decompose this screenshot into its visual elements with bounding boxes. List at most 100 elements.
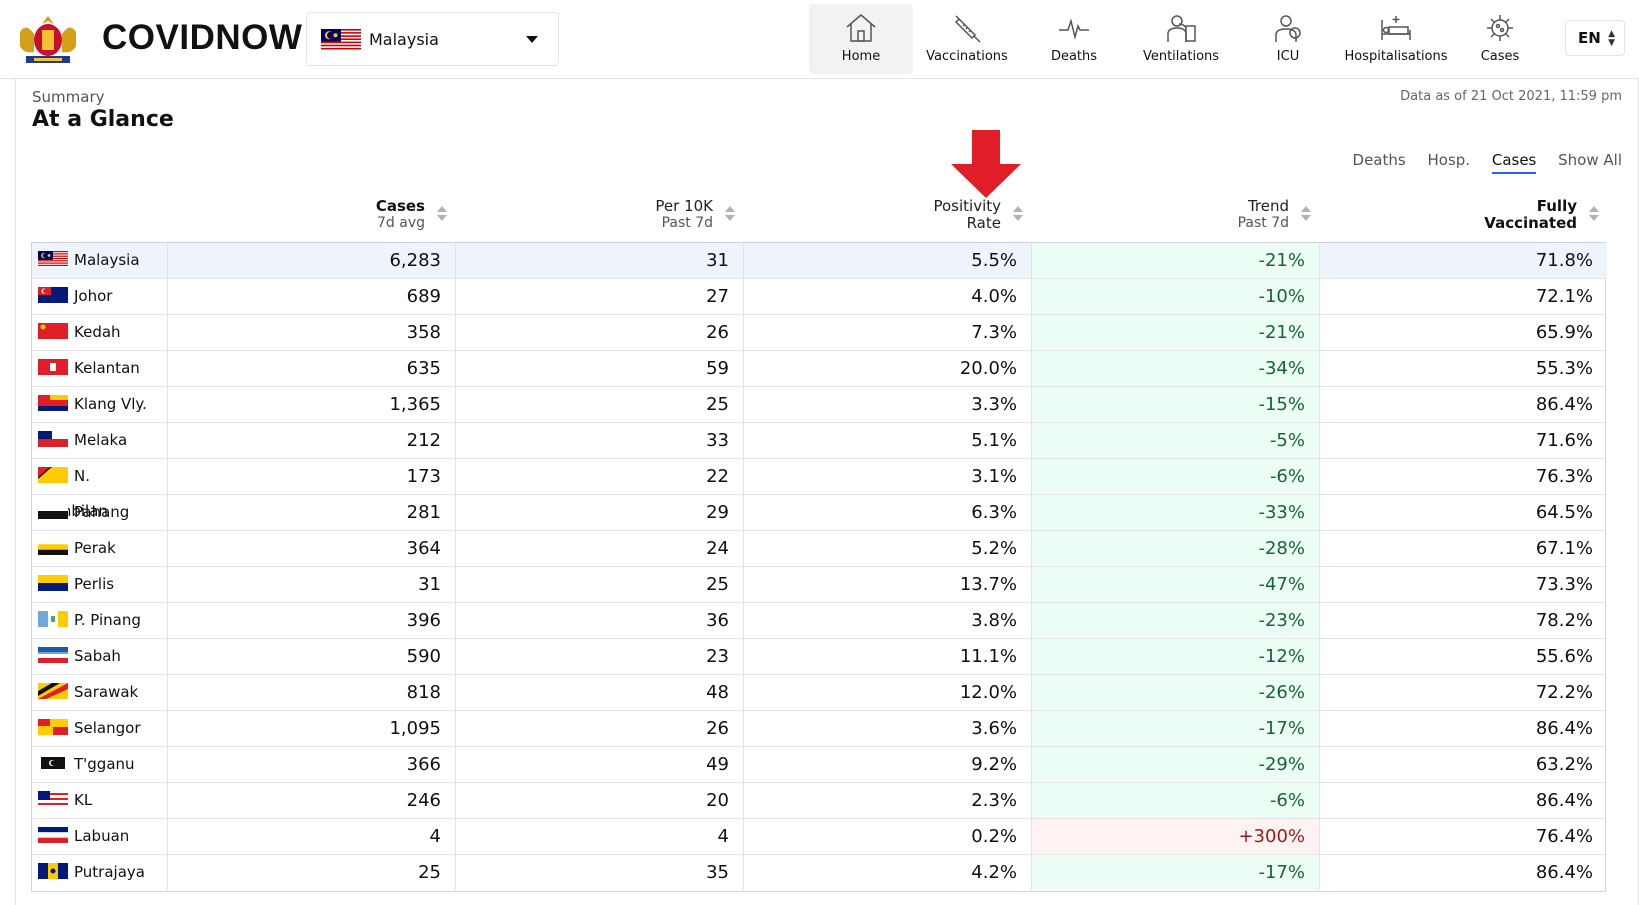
table-row[interactable]: Malaysia 6,283 31 5.5% -21% 71.8% <box>32 243 1607 279</box>
state-name-cell: P. Pinang <box>32 603 168 638</box>
trend-cell: -17% <box>1032 711 1320 746</box>
language-select[interactable]: EN ▲ ▼ <box>1565 20 1625 56</box>
state-name-cell: Kelantan <box>32 351 168 386</box>
cases-cell: 590 <box>168 639 456 674</box>
malaysia-crest-logo[interactable] <box>12 12 84 67</box>
state-flag-icon <box>38 286 68 303</box>
state-flag-icon <box>38 430 68 447</box>
state-flag-icon <box>38 862 68 879</box>
trend-cell: -17% <box>1032 855 1320 890</box>
home-icon <box>846 14 876 42</box>
state-flag-icon <box>38 718 68 735</box>
trend-cell: -47% <box>1032 567 1320 602</box>
state-name-cell: Sarawak <box>32 675 168 710</box>
column-header-vaccinated[interactable]: Fully Vaccinated <box>1319 198 1607 232</box>
nav-deaths[interactable]: Deaths <box>1021 4 1127 74</box>
table-row[interactable]: P. Pinang 396 36 3.8% -23% 78.2% <box>32 603 1605 639</box>
table-row[interactable]: N. Sembilan 173 22 3.1% -6% 76.3% <box>32 459 1605 520</box>
state-name-cell: Melaka <box>32 423 168 458</box>
state-flag-icon <box>38 646 68 663</box>
table-row[interactable]: Selangor 1,095 26 3.6% -17% 86.4% <box>32 711 1605 747</box>
column-header-cases[interactable]: Cases 7d avg <box>167 198 455 232</box>
trend-cell: -26% <box>1032 675 1320 710</box>
table-row[interactable]: Labuan 4 4 0.2% +300% 76.4% <box>32 819 1605 855</box>
brand-logo-text[interactable]: COVIDNOW <box>102 18 302 58</box>
column-header-per10k[interactable]: Per 10K Past 7d <box>455 198 743 232</box>
positivity-cell: 7.3% <box>744 315 1032 350</box>
cases-cell: 246 <box>168 783 456 818</box>
state-flag-icon <box>38 682 68 699</box>
vaccinated-cell: 86.4% <box>1535 862 1593 883</box>
sort-icon <box>1013 206 1023 224</box>
cases-cell: 366 <box>168 747 456 782</box>
table-row[interactable]: Pahang 281 29 6.3% -33% 64.5% <box>32 495 1605 531</box>
positivity-cell: 5.2% <box>744 531 1032 566</box>
positivity-cell: 0.2% <box>744 819 1032 854</box>
table-row[interactable]: Putrajaya 25 35 4.2% -17% 86.4% <box>32 855 1605 891</box>
per10k-cell: 20 <box>456 783 744 818</box>
vaccinated-cell: 71.8% <box>1320 243 1607 278</box>
table-row[interactable]: Perak 364 24 5.2% -28% 67.1% <box>32 531 1605 567</box>
ventilator-icon <box>1167 15 1196 42</box>
table-row[interactable]: Perlis 31 25 13.7% -47% 73.3% <box>32 567 1605 603</box>
nav-ventilations[interactable]: Ventilations <box>1127 4 1235 74</box>
nav-cases[interactable]: Cases <box>1451 4 1549 74</box>
table-row[interactable]: Kelantan 635 59 20.0% -34% 55.3% <box>32 351 1605 387</box>
state-name-cell: Sabah <box>32 639 168 674</box>
country-dropdown[interactable]: Malaysia <box>306 12 559 66</box>
vaccinated-cell: 78.2% <box>1535 610 1593 631</box>
country-dropdown-value: Malaysia <box>369 30 439 49</box>
cases-cell: 635 <box>168 351 456 386</box>
state-name-cell: Pahang <box>32 495 168 530</box>
nav-vaccinations[interactable]: Vaccinations <box>913 4 1021 74</box>
nav-hospitalisations[interactable]: Hospitalisations <box>1341 4 1451 74</box>
table-row[interactable]: T'gganu 366 49 9.2% -29% 63.2% <box>32 747 1605 783</box>
per10k-cell: 36 <box>456 603 744 638</box>
column-header-positivity[interactable]: Positivity Rate <box>743 198 1031 232</box>
table-row[interactable]: Sabah 590 23 11.1% -12% 55.6% <box>32 639 1605 675</box>
per10k-cell: 26 <box>456 711 744 746</box>
state-name-cell: Kedah <box>32 315 168 350</box>
cases-cell: 396 <box>168 603 456 638</box>
cases-cell: 173 <box>168 459 456 494</box>
cases-cell: 6,283 <box>168 243 456 278</box>
chevron-down-icon <box>526 36 538 43</box>
vaccinated-cell: 86.4% <box>1535 394 1593 415</box>
state-flag-icon <box>38 790 68 807</box>
tab-deaths[interactable]: Deaths <box>1353 151 1406 172</box>
tab-hosp[interactable]: Hosp. <box>1428 151 1471 172</box>
per10k-cell: 24 <box>456 531 744 566</box>
positivity-cell: 13.7% <box>744 567 1032 602</box>
vaccinated-cell: 55.6% <box>1535 646 1593 667</box>
cases-cell: 281 <box>168 495 456 530</box>
table-row[interactable]: Sarawak 818 48 12.0% -26% 72.2% <box>32 675 1605 711</box>
positivity-cell: 9.2% <box>744 747 1032 782</box>
per10k-cell: 4 <box>456 819 744 854</box>
trend-cell: +300% <box>1032 819 1320 854</box>
column-header-trend[interactable]: Trend Past 7d <box>1031 198 1319 232</box>
table-row[interactable]: KL 246 20 2.3% -6% 86.4% <box>32 783 1605 819</box>
vaccinated-cell: 55.3% <box>1535 358 1593 379</box>
per10k-cell: 23 <box>456 639 744 674</box>
tab-cases[interactable]: Cases <box>1491 151 1537 174</box>
table-row[interactable]: Klang Vly. 1,365 25 3.3% -15% 86.4% <box>32 387 1605 423</box>
nav-icu[interactable]: ICU <box>1235 4 1341 74</box>
trend-cell: -6% <box>1032 459 1320 494</box>
tab-show-all[interactable]: Show All <box>1558 151 1622 172</box>
cases-cell: 689 <box>168 279 456 314</box>
table-row[interactable]: Melaka 212 33 5.1% -5% 71.6% <box>32 423 1605 459</box>
table-row[interactable]: Kedah 358 26 7.3% -21% 65.9% <box>32 315 1605 351</box>
state-flag-icon <box>38 538 68 555</box>
per10k-cell: 27 <box>456 279 744 314</box>
table-row[interactable]: Johor 689 27 4.0% -10% 72.1% <box>32 279 1605 315</box>
positivity-cell: 4.0% <box>744 279 1032 314</box>
vaccinated-cell: 63.2% <box>1535 754 1593 775</box>
nav-home[interactable]: Home <box>809 4 913 74</box>
per10k-cell: 49 <box>456 747 744 782</box>
trend-cell: -28% <box>1032 531 1320 566</box>
state-name-cell: Johor <box>32 279 168 314</box>
state-flag-icon <box>38 322 68 339</box>
state-name-cell: Perlis <box>32 567 168 602</box>
trend-cell: -21% <box>1032 315 1320 350</box>
per10k-cell: 33 <box>456 423 744 458</box>
